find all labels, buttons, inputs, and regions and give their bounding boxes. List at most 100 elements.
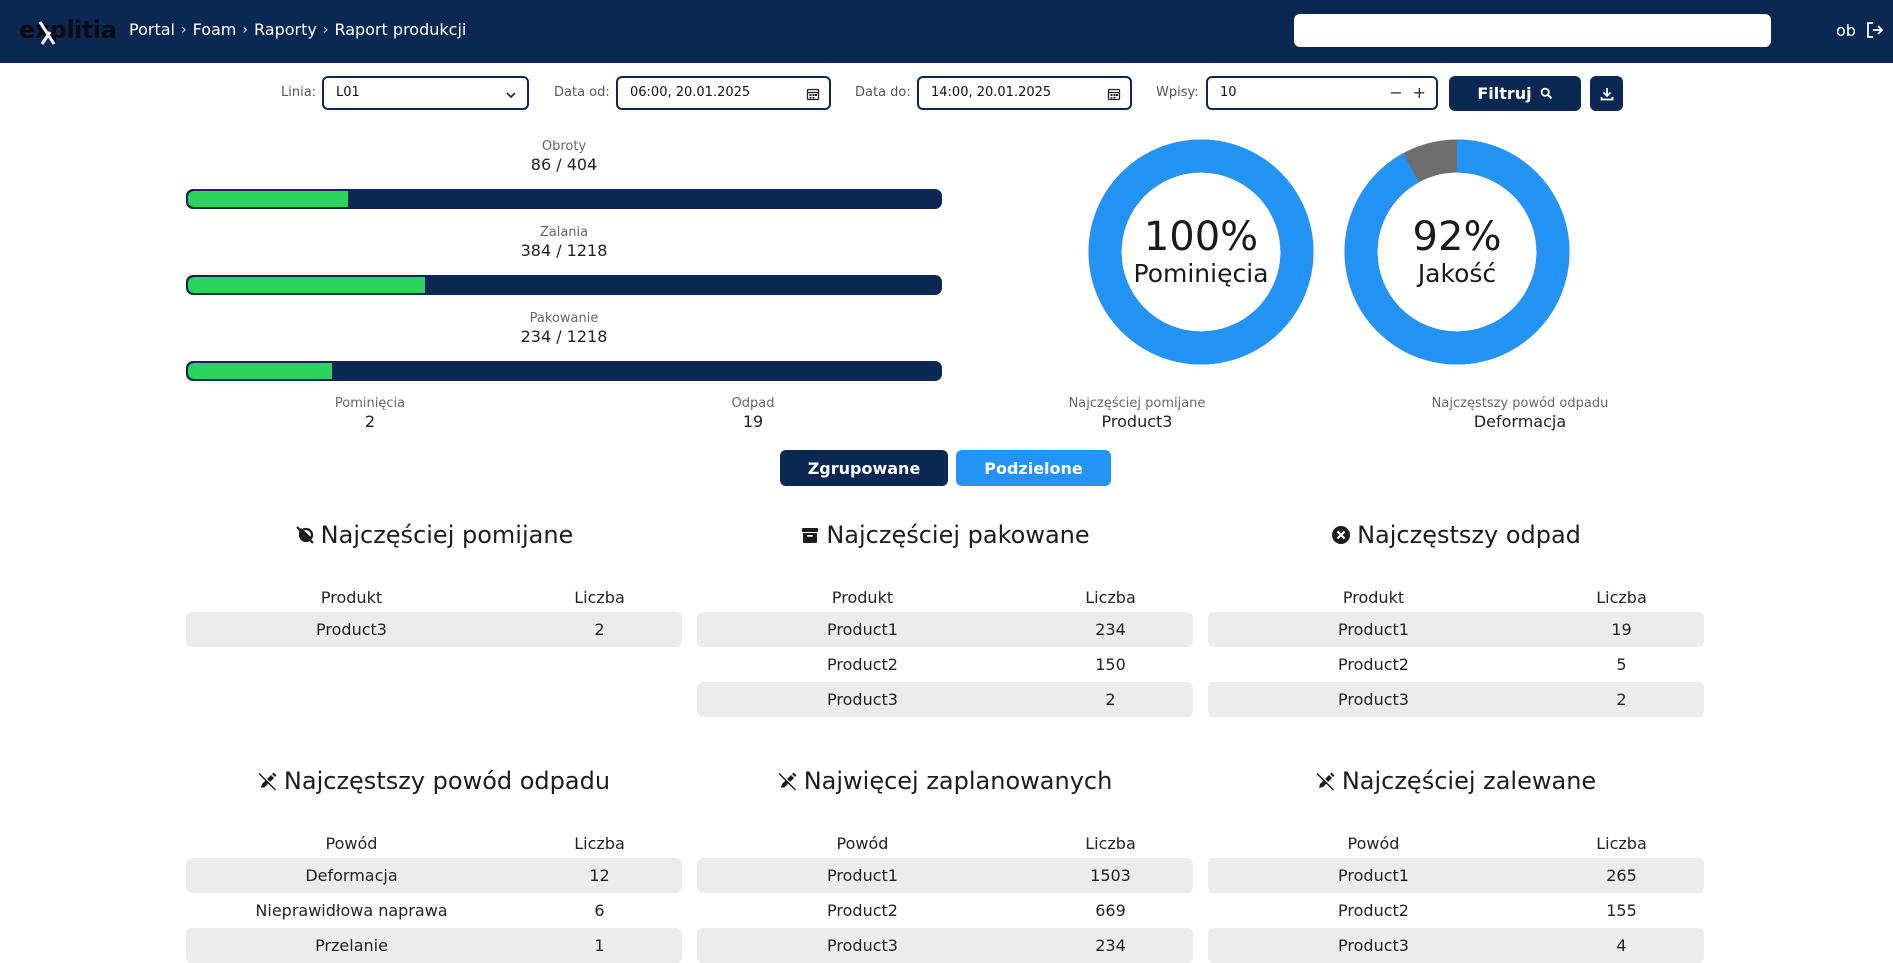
table-cell: 669 — [1095, 901, 1126, 920]
stat-top-waste-reason: Najczęstszy powód odpadu Deformacja — [1410, 396, 1630, 431]
panel-title: Najczęstszy odpad — [1357, 521, 1581, 549]
progress-bar — [186, 361, 942, 381]
chevron-right-icon: › — [322, 21, 329, 38]
column-header[interactable]: Powód — [697, 828, 1028, 858]
column-header[interactable]: Liczba — [1028, 582, 1193, 612]
table-row: Product1 1503 — [697, 858, 1193, 893]
top-bar: explitia Portal › Foam › Raporty › Rapor… — [0, 0, 1893, 63]
entries-label: Wpisy: — [1156, 85, 1199, 100]
column-header[interactable]: Powód — [1208, 828, 1539, 858]
table-row: Product3 2 — [697, 682, 1193, 717]
calendar-icon[interactable] — [806, 87, 820, 101]
table-cell: Product1 — [697, 858, 1028, 893]
table-cell: Nieprawidłowa naprawa — [255, 901, 448, 920]
table-cell: 6 — [594, 901, 605, 920]
line-select-value: L01 — [336, 85, 360, 100]
grouped-button[interactable]: Zgrupowane — [780, 450, 948, 486]
logo[interactable]: explitia — [19, 14, 117, 46]
table-cell: 265 — [1539, 858, 1704, 893]
table-cell: Product3 — [1208, 928, 1539, 963]
data-table: Powód Liczba Product1 1503 Product2 669 Pr… — [697, 828, 1193, 963]
table-cell: 150 — [1095, 655, 1126, 674]
panel-most-skipped: Najczęściej pomijane Produkt Liczba Prod… — [186, 520, 682, 647]
table-row: Product3 2 — [186, 612, 682, 647]
column-header[interactable]: Produkt — [697, 582, 1028, 612]
panel-title: Najczęściej pomijane — [320, 521, 574, 549]
column-header[interactable]: Produkt — [1208, 582, 1539, 612]
x-circle-icon — [1332, 526, 1351, 544]
breadcrumb-item-current: Raport produkcji — [334, 20, 467, 39]
download-button[interactable] — [1590, 76, 1623, 111]
data-table: Powód Liczba Deformacja 12 Nieprawidłowa … — [186, 828, 682, 963]
skip-icon — [295, 526, 314, 544]
table-row: Product2 5 — [1208, 647, 1704, 682]
table-row: Przelanie 1 — [186, 928, 682, 963]
edit-icon — [778, 771, 798, 791]
stat-most-skipped: Najczęściej pomijane Product3 — [1037, 396, 1237, 431]
progress-value: 384 / 1218 — [520, 241, 608, 260]
table-cell: Deformacja — [186, 858, 517, 893]
split-button[interactable]: Podzielone — [956, 450, 1111, 486]
table-cell: Przelanie — [186, 928, 517, 963]
table-cell: 2 — [1539, 682, 1704, 717]
table-cell: 234 — [1028, 612, 1193, 647]
stat-value: Product3 — [1101, 412, 1173, 431]
calendar-icon[interactable] — [1107, 87, 1121, 101]
table-row: Product2 155 — [1208, 893, 1704, 928]
progress-title: Pakowanie — [529, 311, 599, 326]
date-to-input[interactable]: 14:00, 20.01.2025 — [917, 76, 1132, 110]
panel-title: Najczęstszy powód odpadu — [283, 767, 611, 795]
logo-text: explitia — [19, 16, 117, 44]
date-from-label: Data od: — [554, 85, 610, 100]
breadcrumb-item-foam[interactable]: Foam — [193, 20, 237, 39]
stat-title: Najczęstszy powód odpadu — [1431, 396, 1609, 411]
progress-fill — [188, 363, 333, 379]
table-cell: Product1 — [1208, 858, 1539, 893]
progress-value: 234 / 1218 — [520, 327, 608, 346]
edit-icon — [1316, 771, 1336, 791]
table-row: Product1 19 — [1208, 612, 1704, 647]
progress-title: Obroty — [541, 139, 587, 154]
table-row: Deformacja 12 — [186, 858, 682, 893]
stat-value: Deformacja — [1473, 412, 1567, 431]
column-header[interactable]: Liczba — [1028, 828, 1193, 858]
minus-icon[interactable]: − — [1389, 78, 1402, 108]
date-from-input[interactable]: 06:00, 20.01.2025 — [616, 76, 831, 110]
column-header[interactable]: Liczba — [517, 582, 682, 612]
column-header[interactable]: Liczba — [1539, 582, 1704, 612]
table-row: Nieprawidłowa naprawa 6 — [186, 893, 682, 928]
progress-bar — [186, 275, 942, 295]
breadcrumb-item-raporty[interactable]: Raporty — [254, 20, 317, 39]
table-row: Product2 150 — [697, 647, 1193, 682]
table-row: Product2 669 — [697, 893, 1193, 928]
plus-icon[interactable]: + — [1413, 78, 1426, 108]
panel-most-planned: Najwięcej zaplanowanych Powód Liczba Pro… — [697, 766, 1193, 963]
panel-title: Najczęściej zalewane — [1341, 767, 1597, 795]
table-cell: Product2 — [827, 655, 898, 674]
panel-title: Najczęściej pakowane — [826, 521, 1090, 549]
stat-pominiecia: Pominięcia 2 — [290, 396, 450, 431]
column-header[interactable]: Liczba — [1539, 828, 1704, 858]
panel-top-waste: Najczęstszy odpad Produkt Liczba Product… — [1208, 520, 1704, 717]
breadcrumb-item-portal[interactable]: Portal — [129, 20, 175, 39]
table-cell: Product1 — [697, 612, 1028, 647]
entries-stepper[interactable]: 10 − + — [1206, 76, 1438, 110]
table-cell: Product3 — [697, 682, 1028, 717]
search-input[interactable] — [1294, 14, 1771, 47]
column-header[interactable]: Powód — [186, 828, 517, 858]
progress-fill — [188, 191, 349, 207]
chevron-right-icon: › — [180, 21, 187, 38]
donut-percent: 92% — [1412, 214, 1502, 260]
user-name[interactable]: ob — [1836, 21, 1856, 40]
column-header[interactable]: Produkt — [186, 582, 517, 612]
donut-label: Jakość — [1417, 259, 1497, 288]
filter-button[interactable]: Filtruj — [1449, 76, 1581, 111]
line-select[interactable]: L01 — [322, 76, 529, 110]
table-cell: Product2 — [1338, 901, 1409, 920]
column-header[interactable]: Liczba — [517, 828, 682, 858]
progress-title: Zalania — [539, 225, 589, 240]
table-cell: Product1 — [1208, 612, 1539, 647]
logout-icon[interactable] — [1866, 21, 1884, 39]
data-table: Powód Liczba Product1 265 Product2 155 Pro… — [1208, 828, 1704, 963]
stat-value: 19 — [742, 412, 764, 431]
